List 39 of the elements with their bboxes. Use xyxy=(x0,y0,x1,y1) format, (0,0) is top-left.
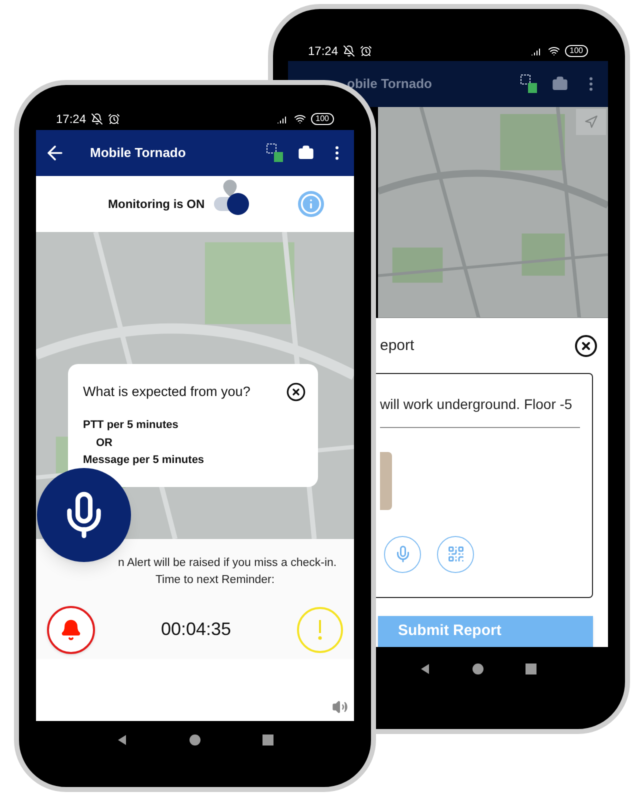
location-pin-icon xyxy=(220,179,239,197)
close-icon[interactable] xyxy=(574,334,598,358)
alarm-icon xyxy=(108,113,120,125)
app-title: obile Tornado xyxy=(347,75,433,94)
home-nav-icon[interactable] xyxy=(188,734,201,746)
reminder-label: Time to next Reminder: xyxy=(154,573,276,588)
recents-nav-icon[interactable] xyxy=(262,734,274,746)
requirement-text: PTT per 5 minutes xyxy=(83,418,180,434)
home-nav-icon[interactable] xyxy=(472,663,484,676)
recents-nav-icon[interactable] xyxy=(525,663,538,676)
dialog-title: eport xyxy=(380,336,414,356)
battery-indicator: 100 xyxy=(310,113,334,125)
briefcase-icon[interactable] xyxy=(298,145,314,161)
requirement-text: Message per 5 minutes xyxy=(83,453,206,468)
back-nav-icon[interactable] xyxy=(418,663,431,676)
close-icon[interactable] xyxy=(286,382,306,402)
exclamation-icon xyxy=(318,620,322,640)
navigation-arrow-icon xyxy=(584,115,598,130)
back-nav-icon[interactable] xyxy=(116,734,128,746)
popup-title: What is expected from you? xyxy=(83,383,250,401)
app-title: Mobile Tornado xyxy=(90,144,187,162)
alarm-icon xyxy=(360,44,372,57)
info-icon xyxy=(300,193,322,215)
speaker-icon[interactable] xyxy=(332,699,348,715)
status-time: 17:24 xyxy=(308,42,338,60)
monitoring-label: Monitoring is ON xyxy=(108,196,205,213)
alarm-button[interactable] xyxy=(47,606,95,654)
notification-off-icon xyxy=(343,44,356,57)
status-time: 17:24 xyxy=(56,111,86,128)
battery-indicator: 100 xyxy=(564,44,588,57)
countdown-timer: 00:04:35 xyxy=(160,618,232,641)
checkin-button[interactable] xyxy=(296,606,343,652)
report-text: will work underground. Floor -5 xyxy=(380,394,574,414)
or-separator: OR xyxy=(95,436,114,451)
alert-notice: n Alert will be raised if you miss a check-in. xyxy=(117,556,338,571)
bell-icon xyxy=(60,618,82,640)
notification-off-icon xyxy=(91,113,104,125)
qr-code-icon xyxy=(446,545,464,564)
photo-placeholder xyxy=(380,452,392,510)
